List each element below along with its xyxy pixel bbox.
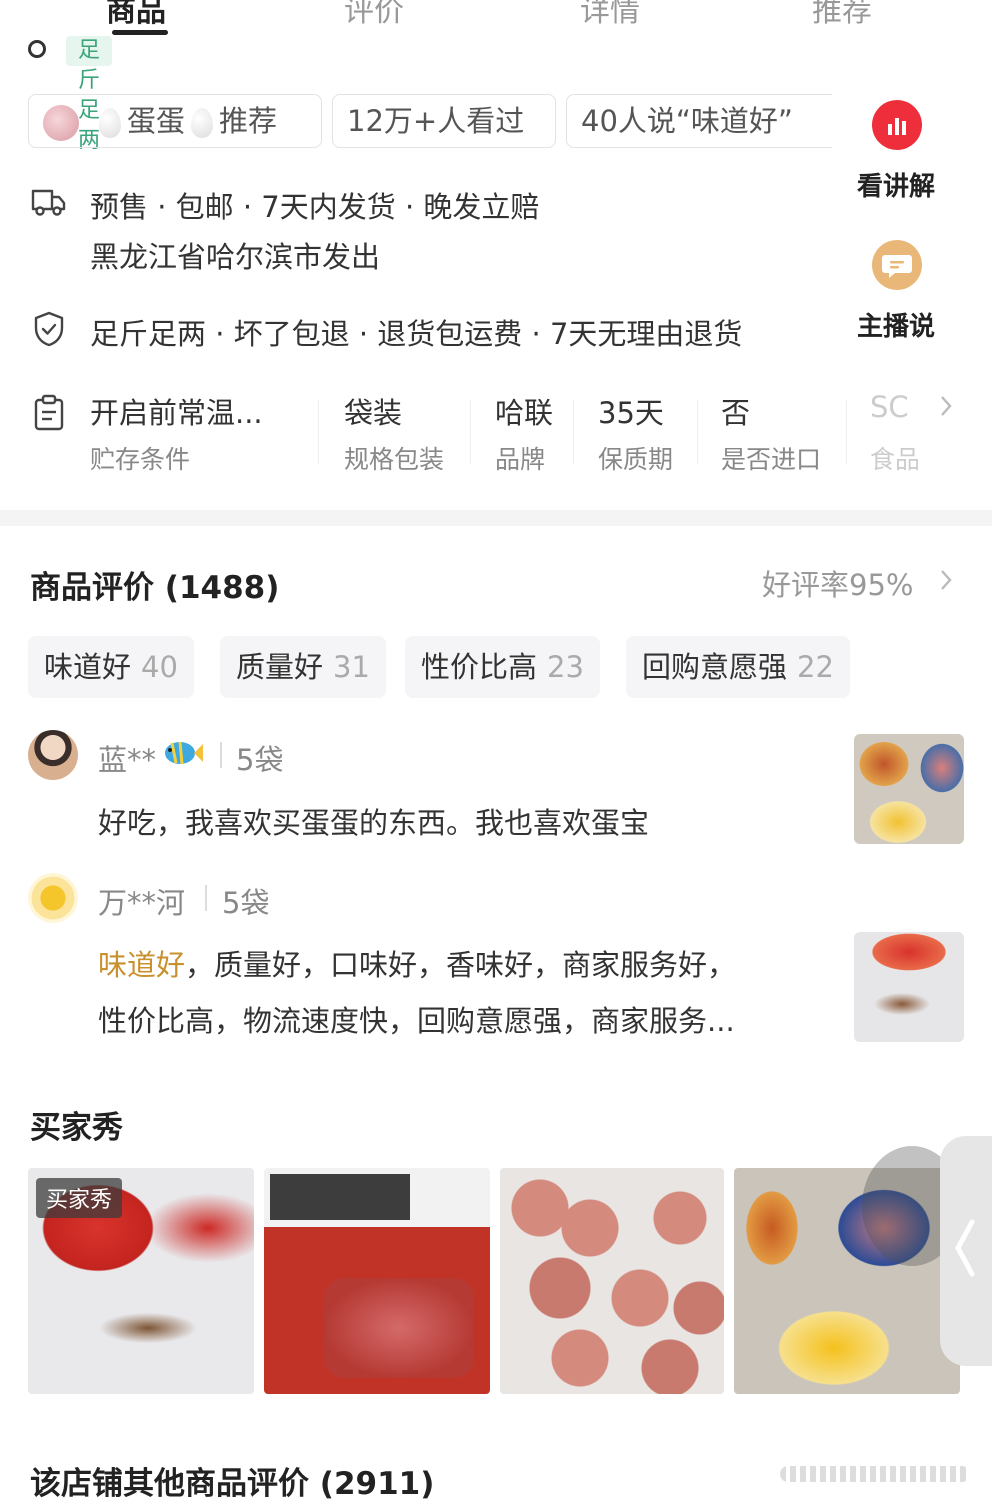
param-import-key: 是否进口: [721, 445, 822, 474]
divider: [470, 400, 471, 464]
sausage-slice: [324, 1278, 474, 1378]
anchor-avatar: [43, 105, 79, 141]
viewed-chip[interactable]: 12万+人看过: [332, 94, 556, 148]
anchor-says-button[interactable]: [872, 240, 922, 290]
review-photo[interactable]: [854, 734, 964, 844]
param-shelf-life-key: 保质期: [598, 445, 674, 474]
tag-label: 性价比高: [421, 650, 538, 684]
anchor-says-label[interactable]: 主播说: [857, 306, 935, 343]
divider: [205, 885, 207, 911]
param-import-value[interactable]: 否: [721, 390, 750, 432]
other-reviews-title[interactable]: 该店铺其他商品评价 (2911): [30, 1458, 434, 1503]
tag-label: 回购意愿强: [642, 650, 788, 684]
divider: [220, 742, 222, 768]
egg-icon: [99, 108, 121, 138]
review-photo[interactable]: [854, 932, 964, 1042]
review-spec: 5袋: [222, 886, 270, 920]
recommend-chip[interactable]: 蛋蛋 推荐: [28, 94, 322, 148]
avatar[interactable]: [28, 873, 78, 923]
shield-check-icon: [34, 311, 64, 347]
feature-icon: [28, 40, 46, 58]
shipping-info: 预售 · 包邮 · 7天内发货 · 晚发立赔: [90, 190, 540, 224]
tab-recommend[interactable]: 推荐: [812, 0, 872, 30]
review-highlight: 味道好: [98, 948, 186, 982]
review-tag[interactable]: 性价比高 23: [405, 636, 600, 698]
tag-label: 味道好: [44, 650, 132, 684]
feature-badge: 足斤足两: [66, 36, 113, 153]
divider: [697, 400, 698, 464]
review-text-line2[interactable]: 性价比高，物流速度快，回购意愿强，商家服务...: [98, 998, 735, 1040]
param-shelf-life-value[interactable]: 35天: [598, 390, 664, 432]
fish-emoji-icon: [165, 741, 203, 765]
chevron-right-icon[interactable]: [938, 568, 954, 592]
review-tag[interactable]: 味道好 40: [28, 636, 194, 698]
reviewer-name: 万**河: [98, 886, 186, 920]
top-tab-bar: 商品 评价 详情 推荐: [0, 0, 992, 40]
explain-button[interactable]: [872, 100, 922, 150]
side-drawer-handle[interactable]: [940, 1136, 992, 1366]
recommend-suffix: 推荐: [219, 104, 278, 138]
review-tag[interactable]: 回购意愿强 22: [626, 636, 850, 698]
param-sc-value[interactable]: SC: [870, 390, 909, 424]
guarantee-info[interactable]: 足斤足两 · 坏了包退 · 退货包运费 · 7天无理由退货: [90, 311, 742, 353]
truck-icon: [31, 189, 66, 216]
egg-icon: [191, 108, 214, 138]
chat-bubble-icon: [882, 255, 912, 278]
review-text-line1: ，质量好，口味好，香味好，商家服务好，: [185, 948, 737, 982]
bar-chart-icon: [888, 118, 906, 135]
review-tag[interactable]: 质量好 31: [220, 636, 386, 698]
section-gap: [0, 510, 992, 526]
recommend-name: 蛋蛋: [127, 104, 186, 138]
active-tab-indicator: [112, 30, 168, 35]
reviewer-name: 蓝**: [98, 743, 157, 777]
review-spec: 5袋: [236, 743, 284, 777]
tag-count: 23: [547, 650, 584, 684]
divider: [318, 400, 319, 464]
review-text[interactable]: 好吃，我喜欢买蛋蛋的东西。我也喜欢蛋宝: [98, 800, 649, 842]
buyer-photo[interactable]: [500, 1168, 724, 1394]
param-package-value[interactable]: 袋装: [344, 390, 402, 432]
clipboard-icon: [34, 394, 64, 431]
tab-reviews[interactable]: 评价: [344, 0, 404, 30]
watermark: [780, 1466, 970, 1482]
param-brand-value[interactable]: 哈联: [495, 390, 553, 432]
tag-count: 31: [333, 650, 370, 684]
package-label: [270, 1174, 410, 1220]
tab-details[interactable]: 详情: [580, 0, 640, 30]
divider: [573, 400, 574, 464]
buyer-show-badge: 买家秀: [36, 1178, 123, 1218]
param-sc-key: 食品: [870, 445, 918, 474]
param-package-key: 规格包装: [344, 445, 445, 474]
ship-from: 黑龙江省哈尔滨市发出: [90, 240, 381, 274]
reviews-title[interactable]: 商品评价 (1488): [30, 562, 279, 607]
tag-label: 质量好: [236, 650, 324, 684]
tab-product[interactable]: 商品: [106, 0, 166, 30]
divider: [846, 400, 847, 464]
param-storage-key: 贮存条件: [90, 445, 191, 474]
review-text[interactable]: 味道好，质量好，口味好，香味好，商家服务好，: [98, 942, 736, 984]
positive-rate[interactable]: 好评率95%: [762, 562, 913, 604]
chevron-right-icon[interactable]: [938, 394, 954, 418]
taste-chip[interactable]: 40人说“味道好”: [566, 94, 832, 148]
buyer-show-title[interactable]: 买家秀: [30, 1102, 123, 1147]
tag-count: 22: [797, 650, 834, 684]
avatar[interactable]: [28, 730, 78, 780]
explain-label[interactable]: 看讲解: [857, 166, 935, 203]
param-brand-key: 品牌: [495, 445, 546, 474]
chevron-left-icon: [955, 1219, 975, 1277]
buyer-photo[interactable]: [264, 1168, 490, 1394]
param-storage-value[interactable]: 开启前常温...: [90, 390, 263, 432]
tag-count: 40: [141, 650, 178, 684]
